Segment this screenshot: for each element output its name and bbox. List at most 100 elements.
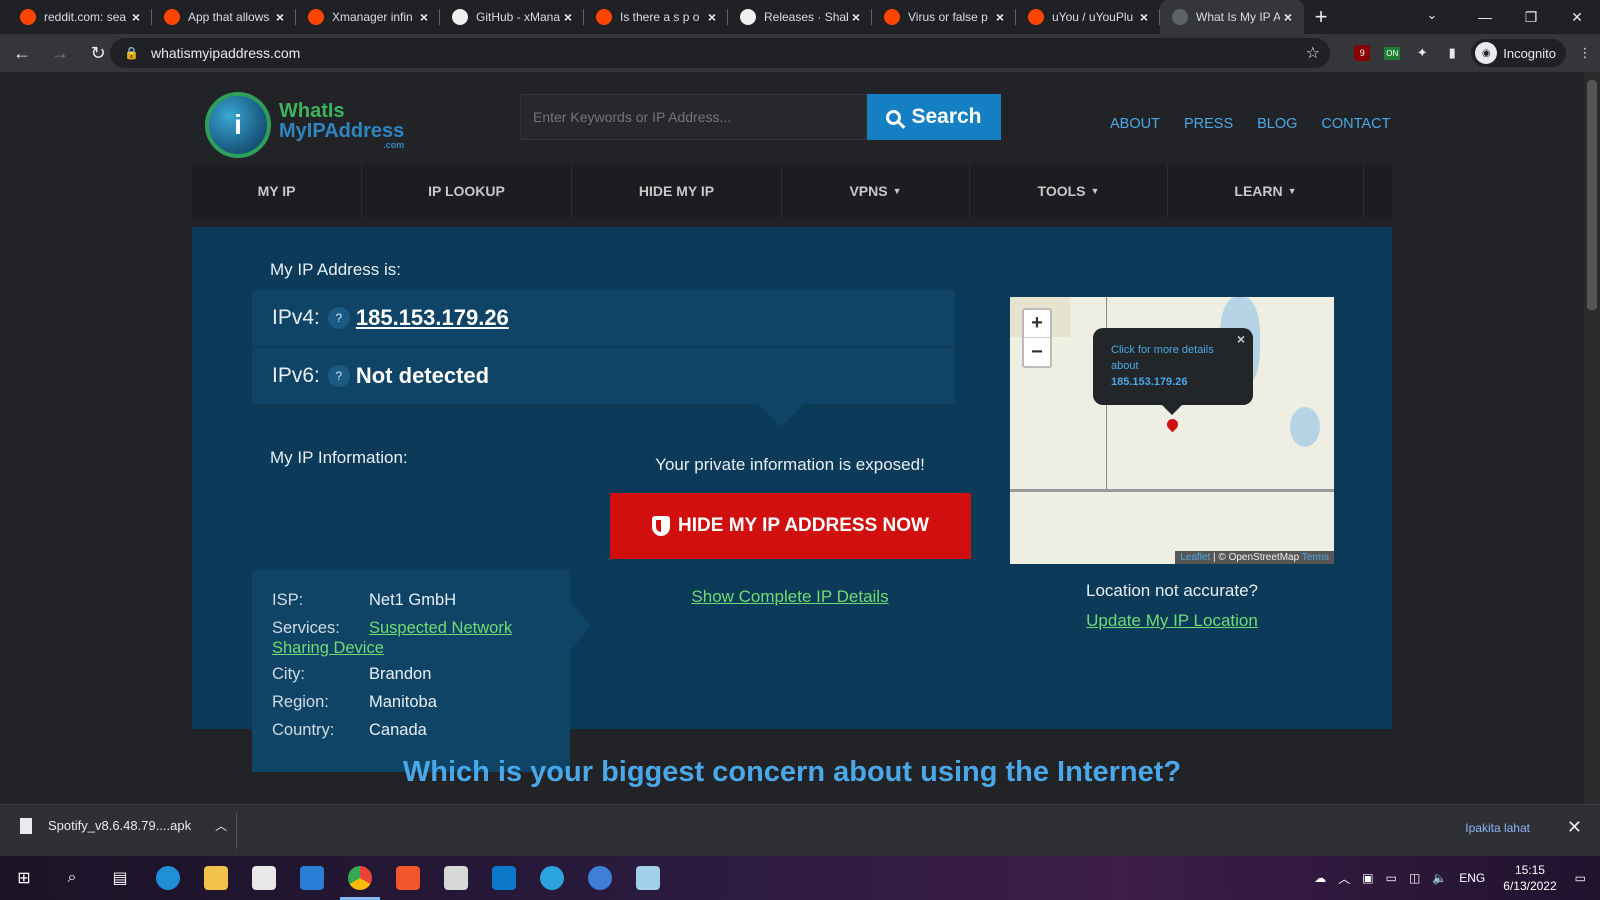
ipv4-help-icon[interactable]: ?	[327, 307, 350, 329]
network-icon[interactable]: ◫	[1409, 871, 1420, 885]
toplink-blog[interactable]: BLOG	[1257, 116, 1297, 132]
notifications-icon[interactable]: ▭	[1575, 871, 1586, 885]
tray-chevron-up-icon[interactable]: ︿	[1338, 870, 1350, 887]
services-link-cont[interactable]: Sharing Device	[272, 638, 550, 658]
browser-tab[interactable]: Virus or false p ×	[872, 0, 1016, 34]
nav-learn[interactable]: LEARN ▼	[1168, 165, 1364, 217]
map-popup[interactable]: × Click for more details about 185.153.1…	[1093, 328, 1253, 415]
forward-icon[interactable]: →	[44, 37, 76, 69]
close-download-bar-icon[interactable]: ✕	[1567, 817, 1582, 838]
volume-icon[interactable]: 🔈	[1432, 871, 1447, 885]
bookmark-star-icon[interactable]: ☆	[1306, 43, 1320, 63]
ipv6-help-icon[interactable]: ?	[327, 365, 350, 387]
zoom-out-button[interactable]: −	[1024, 338, 1050, 366]
location-map[interactable]: + − × Click for more details about 185.1…	[1010, 297, 1334, 564]
search-icon[interactable]: ⌕	[48, 856, 96, 900]
ipv4-row: IPv4: ? 185.153.179.26	[252, 290, 955, 346]
address-bar[interactable]: 🔒 whatismyipaddress.com ☆	[110, 38, 1330, 68]
browser-tab[interactable]: Xmanager infin ×	[296, 0, 440, 34]
tab-close-icon[interactable]: ×	[416, 9, 432, 25]
store-icon[interactable]	[240, 856, 288, 900]
new-tab-button[interactable]: +	[1304, 0, 1338, 34]
menu-kebab-icon[interactable]: ⋮	[1570, 38, 1600, 68]
leaflet-link[interactable]: Leaflet	[1180, 552, 1210, 563]
terms-link[interactable]: Terms	[1302, 552, 1329, 563]
chevron-up-icon[interactable]: ︿	[215, 817, 227, 834]
zoom-in-button[interactable]: +	[1024, 310, 1050, 338]
puzzle-extensions-icon[interactable]: ✦	[1407, 38, 1437, 68]
browser-tab[interactable]: App that allows ×	[152, 0, 296, 34]
toggle-extension-icon[interactable]: ON	[1377, 38, 1407, 68]
nav-label: IP LOOKUP	[428, 183, 505, 199]
nav-vpns[interactable]: VPNS ▼	[782, 165, 970, 217]
nav-ip-lookup[interactable]: IP LOOKUP	[362, 165, 572, 217]
ublock-extension-icon[interactable]: 9	[1347, 38, 1377, 68]
browser-tab[interactable]: uYou / uYouPlu ×	[1016, 0, 1160, 34]
device-icon[interactable]: ▣	[1362, 871, 1373, 885]
hide-ip-button[interactable]: HIDE MY IP ADDRESS NOW	[610, 493, 971, 559]
browser-tab[interactable]: Is there a s p o ×	[584, 0, 728, 34]
brave-icon[interactable]	[384, 856, 432, 900]
task-view-icon[interactable]: ▤	[96, 856, 144, 900]
nav-hide-my-ip[interactable]: HIDE MY IP	[572, 165, 782, 217]
restore-button[interactable]: ❐	[1508, 0, 1554, 34]
incognito-profile-button[interactable]: ◉ Incognito	[1471, 39, 1566, 67]
map-attribution: Leaflet | © OpenStreetMap Terms	[1175, 551, 1334, 564]
browser-tab[interactable]: Releases · Shab ×	[728, 0, 872, 34]
services-link[interactable]: Suspected Network	[369, 618, 550, 638]
nav-my-ip[interactable]: MY IP	[192, 165, 362, 217]
vpn-app-icon[interactable]	[576, 856, 624, 900]
tab-close-icon[interactable]: ×	[1280, 9, 1296, 25]
side-panel-icon[interactable]: ▮	[1437, 38, 1467, 68]
download-bar: Spotify_v8.6.48.79....apk ︿ Ipakita laha…	[0, 804, 1600, 856]
nav-tools[interactable]: TOOLS ▼	[970, 165, 1168, 217]
download-item[interactable]: Spotify_v8.6.48.79....apk ︿	[20, 817, 227, 834]
tab-close-icon[interactable]: ×	[272, 9, 288, 25]
map-pin-icon[interactable]	[1164, 416, 1181, 433]
browser-tab[interactable]: What Is My IP A ×	[1160, 0, 1304, 34]
download-divider	[236, 813, 237, 849]
edge-browser-icon[interactable]	[144, 856, 192, 900]
reddit-favicon-icon	[884, 9, 900, 25]
show-details-link[interactable]: Show Complete IP Details	[615, 587, 965, 607]
tab-close-icon[interactable]: ×	[1136, 9, 1152, 25]
close-window-button[interactable]: ✕	[1554, 0, 1600, 34]
toplink-about[interactable]: ABOUT	[1110, 116, 1160, 132]
site-logo[interactable]: i WhatIs MyIPAddress .com	[205, 87, 420, 163]
app-window-icon[interactable]	[480, 856, 528, 900]
tab-search-icon[interactable]: ⌄	[1414, 0, 1450, 30]
browser-tab[interactable]: reddit.com: sea ×	[8, 0, 152, 34]
tab-title: Virus or false p	[908, 10, 988, 24]
search-button[interactable]: Search	[867, 94, 1001, 140]
tab-close-icon[interactable]: ×	[848, 9, 864, 25]
language-indicator[interactable]: ENG	[1459, 871, 1485, 885]
search-icon	[886, 109, 902, 125]
mail-icon[interactable]	[288, 856, 336, 900]
tab-close-icon[interactable]: ×	[992, 9, 1008, 25]
pen-app-icon[interactable]	[624, 856, 672, 900]
minimize-button[interactable]: —	[1462, 0, 1508, 34]
page-scrollbar[interactable]	[1584, 72, 1600, 804]
popup-close-icon[interactable]: ×	[1237, 331, 1245, 347]
clock[interactable]: 15:15 6/13/2022	[1503, 862, 1556, 894]
notes-icon[interactable]	[432, 856, 480, 900]
onedrive-cloud-icon[interactable]: ☁	[1314, 871, 1326, 885]
update-location-link[interactable]: Update My IP Location	[1010, 611, 1334, 631]
telegram-icon[interactable]	[528, 856, 576, 900]
toplink-contact[interactable]: CONTACT	[1321, 116, 1390, 132]
search-input[interactable]	[520, 94, 867, 140]
battery-icon[interactable]: ▭	[1386, 871, 1397, 885]
file-explorer-icon[interactable]	[192, 856, 240, 900]
tab-close-icon[interactable]: ×	[128, 9, 144, 25]
back-icon[interactable]: ←	[6, 37, 38, 69]
start-windows-icon[interactable]: ⊞	[0, 856, 48, 900]
scrollbar-thumb[interactable]	[1587, 80, 1597, 310]
ipv4-value[interactable]: 185.153.179.26	[356, 305, 509, 331]
chrome-icon[interactable]	[336, 856, 384, 900]
browser-tab[interactable]: GitHub - xMana ×	[440, 0, 584, 34]
tab-close-icon[interactable]: ×	[560, 9, 576, 25]
ip-panel: My IP Address is: IPv4: ? 185.153.179.26…	[192, 227, 1392, 772]
tab-close-icon[interactable]: ×	[704, 9, 720, 25]
toplink-press[interactable]: PRESS	[1184, 116, 1233, 132]
show-all-downloads-link[interactable]: Ipakita lahat	[1465, 821, 1530, 835]
